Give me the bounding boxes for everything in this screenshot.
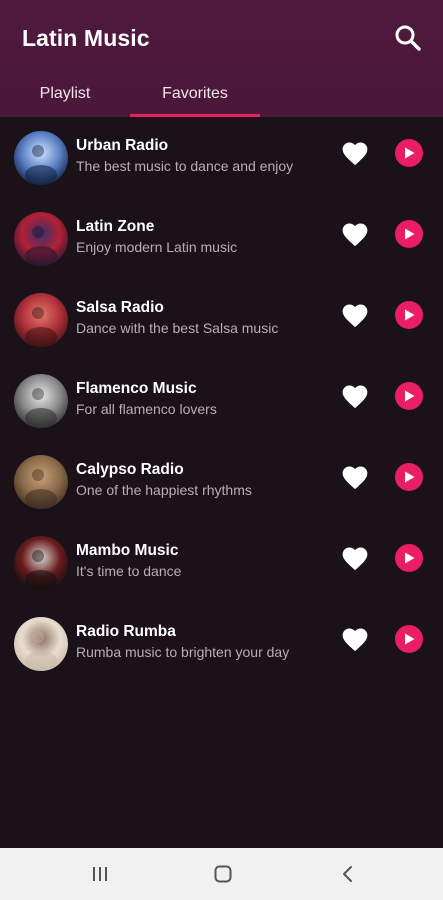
heart-icon [342, 466, 368, 490]
play-button[interactable] [395, 301, 423, 329]
system-navigation-bar [0, 848, 443, 900]
station-title: Calypso Radio [76, 461, 184, 478]
tab-favorites-label: Favorites [162, 84, 228, 102]
play-icon [405, 552, 415, 564]
app-title: Latin Music [22, 25, 150, 51]
favorite-button[interactable] [340, 545, 370, 571]
play-icon [405, 228, 415, 240]
back-icon [343, 866, 352, 882]
station-title: Salsa Radio [76, 299, 164, 316]
station-thumbnail [14, 374, 68, 428]
play-button[interactable] [395, 544, 423, 572]
station-subtitle: Dance with the best Salsa music [76, 320, 279, 336]
station-title: Mambo Music [76, 542, 179, 559]
play-button[interactable] [395, 220, 423, 248]
play-icon [405, 633, 415, 645]
heart-icon [342, 385, 368, 409]
station-thumbnail [14, 536, 68, 590]
station-thumbnail [14, 293, 68, 347]
station-title: Latin Zone [76, 218, 155, 235]
recents-icon [93, 867, 107, 881]
heart-icon [342, 142, 368, 166]
home-button[interactable] [203, 858, 243, 890]
favorite-button[interactable] [340, 302, 370, 328]
station-thumbnail [14, 212, 68, 266]
play-icon [405, 390, 415, 402]
station-title: Flamenco Music [76, 380, 197, 397]
station-subtitle: For all flamenco lovers [76, 401, 217, 417]
heart-icon [342, 304, 368, 328]
station-row[interactable]: Radio Rumba Rumba music to brighten your … [0, 603, 443, 684]
play-button[interactable] [395, 382, 423, 410]
search-icon [395, 25, 421, 51]
search-button[interactable] [390, 20, 426, 56]
tab-playlist[interactable]: Playlist [0, 70, 130, 117]
station-row[interactable]: Flamenco Music For all flamenco lovers [0, 360, 443, 441]
station-thumbnail [14, 131, 68, 185]
station-row[interactable]: Salsa Radio Dance with the best Salsa mus… [0, 279, 443, 360]
play-button[interactable] [395, 625, 423, 653]
back-button[interactable] [328, 858, 368, 890]
favorite-button[interactable] [340, 464, 370, 490]
station-row[interactable]: Latin Zone Enjoy modern Latin music [0, 198, 443, 279]
play-icon [405, 147, 415, 159]
heart-icon [342, 628, 368, 652]
station-subtitle: Enjoy modern Latin music [76, 239, 238, 255]
station-list: Urban Radio The best music to dance and e… [0, 117, 443, 684]
recents-button[interactable] [80, 858, 120, 890]
favorite-button[interactable] [340, 221, 370, 247]
play-button[interactable] [395, 463, 423, 491]
app-bar: Latin Music Playlist Favorites [0, 0, 443, 117]
tab-favorites[interactable]: Favorites [130, 70, 260, 117]
station-subtitle: One of the happiest rhythms [76, 482, 252, 498]
station-subtitle: Rumba music to brighten your day [76, 644, 290, 660]
heart-icon [342, 223, 368, 247]
heart-icon [342, 547, 368, 571]
station-thumbnail [14, 455, 68, 509]
favorite-button[interactable] [340, 140, 370, 166]
play-icon [405, 471, 415, 483]
station-title: Radio Rumba [76, 623, 176, 640]
tab-playlist-label: Playlist [39, 84, 91, 102]
station-title: Urban Radio [76, 137, 169, 154]
favorite-button[interactable] [340, 383, 370, 409]
play-button[interactable] [395, 139, 423, 167]
station-subtitle: The best music to dance and enjoy [76, 158, 294, 174]
home-icon [214, 865, 232, 883]
station-subtitle: It's time to dance [76, 563, 182, 579]
play-icon [405, 309, 415, 321]
station-row[interactable]: Mambo Music It's time to dance [0, 522, 443, 603]
station-row[interactable]: Urban Radio The best music to dance and e… [0, 117, 443, 198]
favorite-button[interactable] [340, 626, 370, 652]
tab-bar: Playlist Favorites [0, 70, 443, 117]
station-row[interactable]: Calypso Radio One of the happiest rhythms [0, 441, 443, 522]
station-thumbnail [14, 617, 68, 671]
